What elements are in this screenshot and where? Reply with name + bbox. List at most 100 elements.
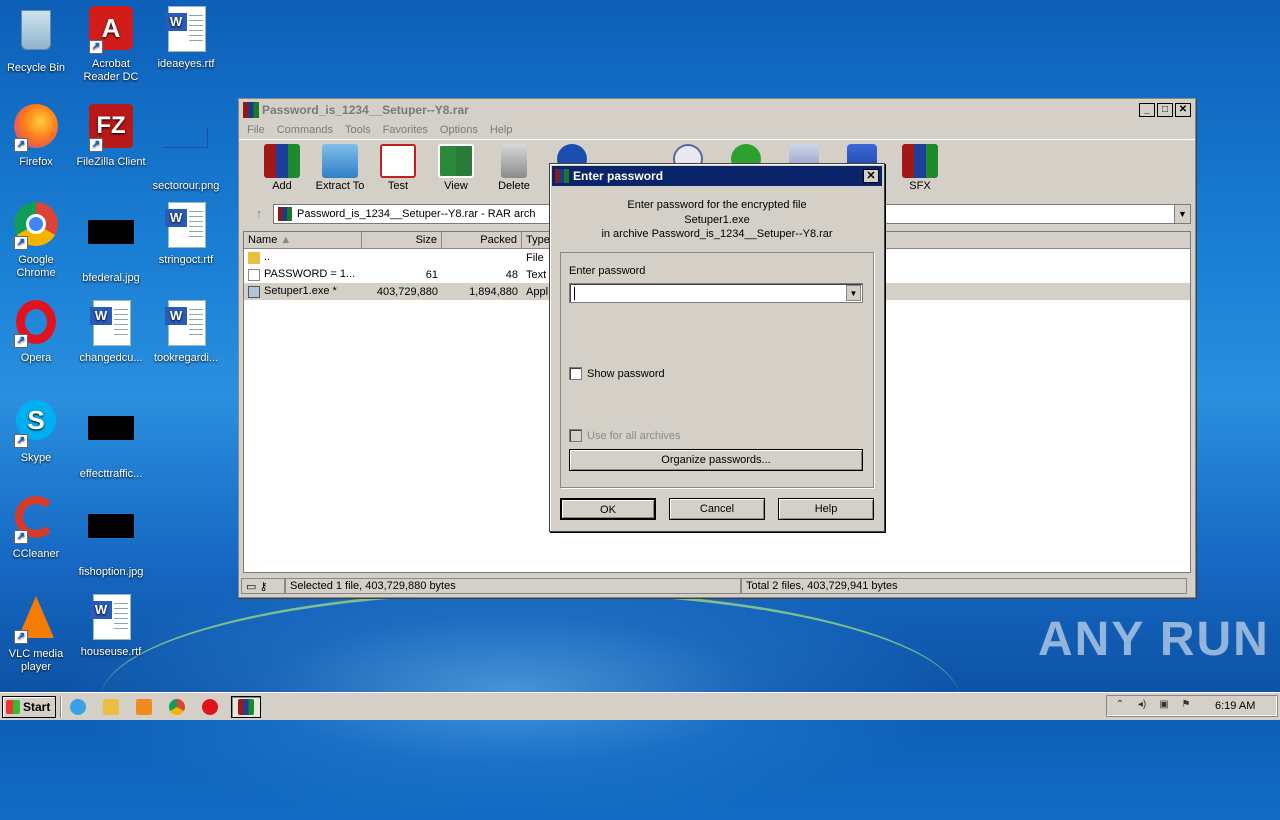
use-for-all-checkbox[interactable]: Use for all archives [569,429,681,442]
checkbox-box[interactable] [569,367,582,380]
desktop-icon-recycle-bin[interactable]: Recycle Bin [0,6,74,75]
toolbar-sfx-button[interactable]: SFX [891,144,949,192]
help-button[interactable]: Help [778,498,874,520]
word-document-icon: W [87,300,135,348]
menu-file[interactable]: File [247,124,265,136]
taskbar-explorer-icon[interactable] [99,696,123,718]
desktop-icon-bfederal[interactable]: bfederal.jpg [73,202,149,285]
window-title: Password_is_1234__Setuper--Y8.rar [262,103,469,117]
desktop-icon-opera[interactable]: ↗ Opera [0,300,74,365]
window-titlebar[interactable]: Password_is_1234__Setuper--Y8.rar _ □ ✕ [239,99,1195,121]
shortcut-arrow-icon: ↗ [14,236,28,250]
minimize-button[interactable]: _ [1139,103,1155,117]
clock[interactable]: 6:19 AM [1215,700,1255,712]
image-file-icon [87,514,135,562]
checkbox-box[interactable] [569,429,582,442]
menu-options[interactable]: Options [440,124,478,136]
file-name-cell: .. [244,251,362,264]
desktop-icon-ccleaner[interactable]: ↗ CCleaner [0,496,74,561]
column-packed[interactable]: Packed [442,232,522,248]
up-arrow-icon[interactable]: ↑ [245,203,273,225]
desktop-icon-changedcu[interactable]: W changedcu... [73,300,149,365]
dialog-close-button[interactable]: ✕ [863,169,879,183]
desktop-icon-firefox[interactable]: ↗ Firefox [0,104,74,169]
use-for-all-label: Use for all archives [587,429,681,442]
desktop-icon-acrobat[interactable]: A ↗ Acrobat Reader DC [73,6,149,84]
menu-help[interactable]: Help [490,124,513,136]
taskbar-media-player-icon[interactable] [132,696,156,718]
desktop-icon-label: effecttraffic... [79,468,143,480]
dialog-title: Enter password [573,169,664,183]
ok-button[interactable]: OK [560,498,656,520]
toolbar-label: Delete [498,180,530,192]
shortcut-arrow-icon: ↗ [14,434,28,448]
chevron-down-icon[interactable]: ▼ [846,285,861,301]
toolbar-test-button[interactable]: Test [369,144,427,192]
maximize-button[interactable]: □ [1157,103,1173,117]
file-name-cell: Setuper1.exe * [244,285,362,298]
tray-expand-icon[interactable]: ⌃ [1113,699,1127,713]
taskbar-winrar-button[interactable] [231,695,261,718]
shortcut-arrow-icon: ↗ [14,630,28,644]
toolbar-view-button[interactable]: View [427,144,485,192]
toolbar-delete-button[interactable]: Delete [485,144,543,192]
chevron-down-icon[interactable]: ▼ [1174,205,1190,223]
column-name[interactable]: Name ▲ [244,232,362,248]
start-button[interactable]: Start [2,695,56,718]
taskbar-ie-icon[interactable] [66,696,90,718]
file-name: PASSWORD = 1... [264,268,356,281]
dialog-titlebar[interactable]: Enter password ✕ [552,166,882,186]
column-label: Size [415,234,437,246]
desktop-icon-skype[interactable]: S ↗ Skype [0,398,74,465]
desktop-icon-label: sectorour.png [152,180,220,192]
dialog-message-line: Enter password for the encrypted file [627,199,807,211]
taskbar-chrome-icon[interactable] [165,696,189,718]
desktop-icon-tookregardi[interactable]: W tookregardi... [148,300,224,365]
menu-tools[interactable]: Tools [345,124,371,136]
chrome-icon [169,698,185,715]
menu-commands[interactable]: Commands [277,124,333,136]
desktop-icon-chrome[interactable]: ↗ Google Chrome [0,202,74,280]
column-size[interactable]: Size [362,232,442,248]
password-input[interactable]: ▼ [569,283,863,303]
desktop-icon-filezilla[interactable]: FZ ↗ FileZilla Client [73,104,149,169]
desktop-icon-ideaeyes[interactable]: W ideaeyes.rtf [148,6,224,71]
image-file-icon [87,220,135,268]
extract-icon [322,144,358,178]
desktop-icon-effecttraffic[interactable]: effecttraffic... [73,398,149,481]
file-name: Setuper1.exe * [264,285,337,298]
taskbar-opera-icon[interactable] [198,696,222,718]
toolbar-label: Add [272,180,292,192]
desktop-icon-houseuse[interactable]: W houseuse.rtf [73,594,149,659]
close-button[interactable]: ✕ [1175,103,1191,117]
desktop-icon-sectorour[interactable]: sectorour.png [148,104,224,193]
toolbar-add-button[interactable]: Add [253,144,311,192]
desktop-icon-fishoption[interactable]: fishoption.jpg [73,496,149,579]
add-icon [264,144,300,178]
skype-icon: S ↗ [12,400,60,448]
organize-passwords-button[interactable]: Organize passwords... [569,449,863,471]
toolbar-extract-button[interactable]: Extract To [311,144,369,192]
shortcut-arrow-icon: ↗ [14,530,28,544]
file-packed: 48 [505,268,518,281]
desktop-icon-label: Acrobat Reader DC [83,58,139,83]
desktop-icon-stringoct[interactable]: W stringoct.rtf [148,202,224,267]
volume-icon[interactable]: ◂) [1135,699,1149,713]
password-group: Enter password ▼ Show password Use for a… [560,252,874,488]
network-icon[interactable]: ▣ [1157,699,1171,713]
text-file-icon [248,268,260,281]
menu-favorites[interactable]: Favorites [383,124,428,136]
chrome-icon: ↗ [12,202,60,250]
vlc-cone-icon: ↗ [12,596,60,644]
desktop-icon-label: VLC media player [8,648,64,673]
file-size: 61 [425,268,438,281]
action-center-flag-icon[interactable]: ⚑ [1179,699,1193,713]
address-text: Password_is_1234__Setuper--Y8.rar - RAR … [297,208,536,220]
cancel-button[interactable]: Cancel [669,498,765,520]
show-password-checkbox[interactable]: Show password [569,367,665,380]
folder-icon [248,251,260,264]
desktop-icon-label: tookregardi... [153,352,219,364]
desktop-icon-vlc[interactable]: ↗ VLC media player [0,594,74,674]
word-document-icon: W [87,594,135,642]
recycle-bin-icon [12,10,60,58]
